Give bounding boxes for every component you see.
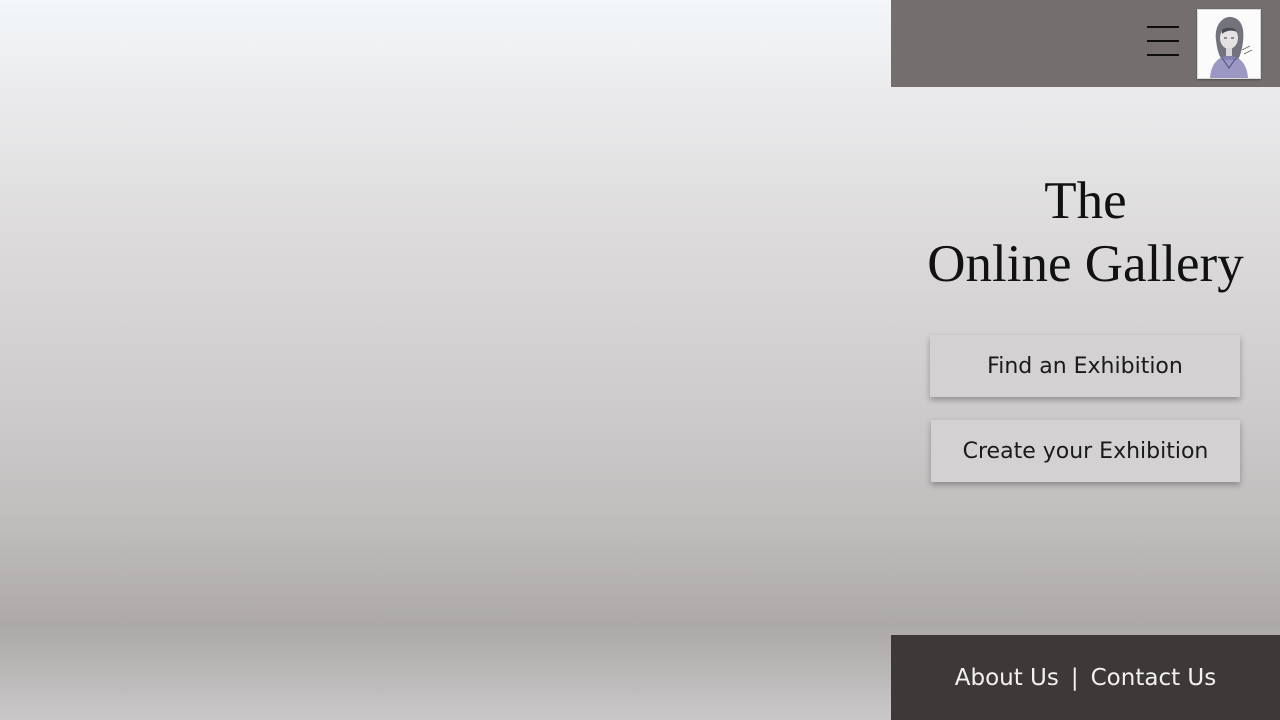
- create-exhibition-button[interactable]: Create your Exhibition: [931, 420, 1240, 482]
- footer: About Us | Contact Us: [891, 635, 1280, 720]
- find-exhibition-button[interactable]: Find an Exhibition: [930, 335, 1240, 397]
- user-avatar-icon[interactable]: [1197, 9, 1261, 79]
- top-bar: [891, 0, 1280, 87]
- page-title: The Online Gallery: [891, 170, 1280, 296]
- footer-separator: |: [1070, 664, 1079, 691]
- right-panel: The Online Gallery Find an Exhibition Cr…: [891, 0, 1280, 720]
- contact-us-link[interactable]: Contact Us: [1091, 665, 1217, 691]
- title-line-1: The: [1044, 172, 1127, 230]
- about-us-link[interactable]: About Us: [955, 665, 1059, 691]
- hamburger-menu-icon[interactable]: [1147, 24, 1181, 58]
- title-line-2: Online Gallery: [927, 235, 1244, 293]
